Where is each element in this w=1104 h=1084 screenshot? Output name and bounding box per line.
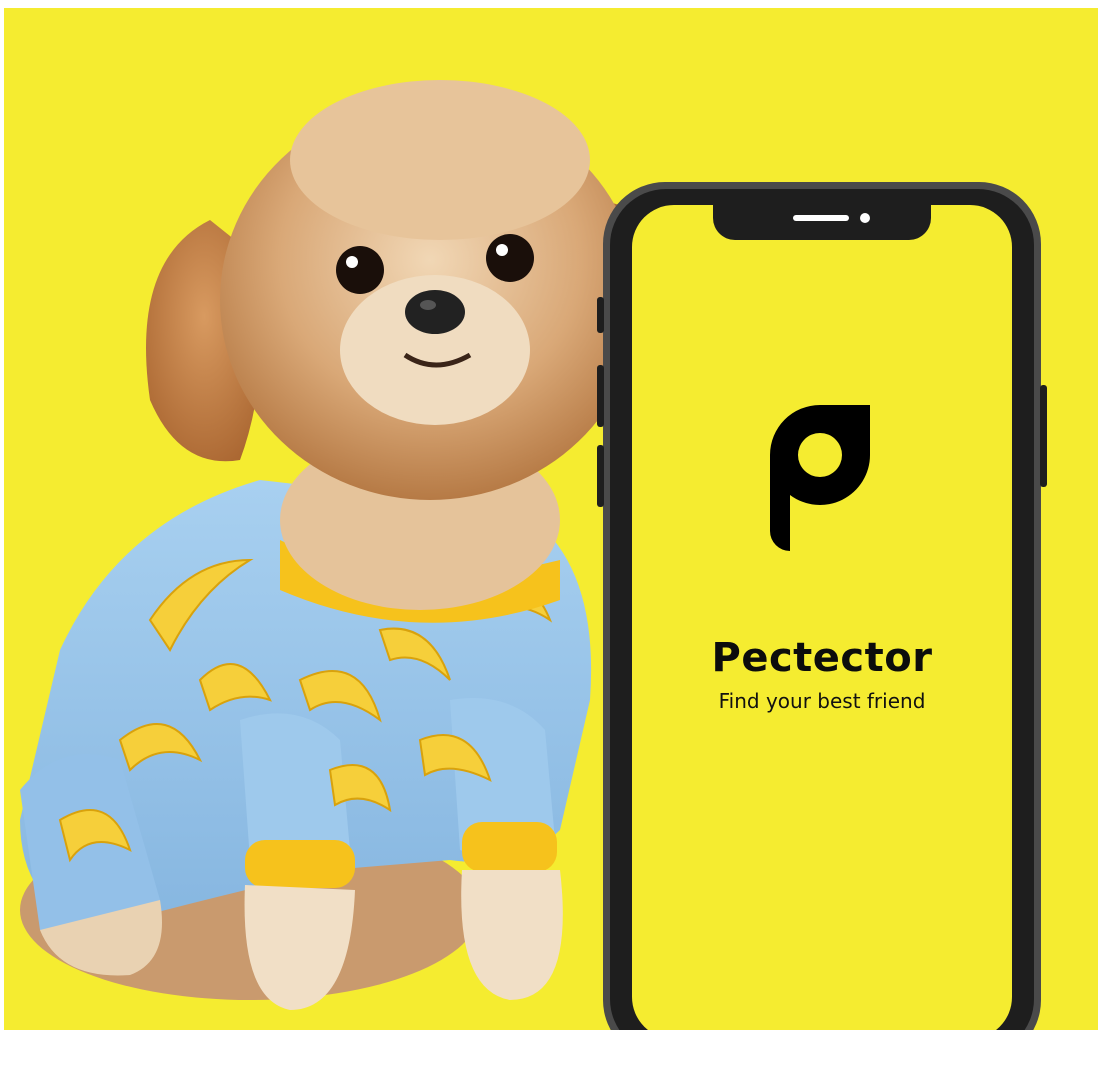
eye-right [486,234,534,282]
phone-volume-up [597,365,604,427]
p-letter-logo-icon [770,405,870,551]
bottom-margin [0,1030,1104,1084]
speaker-grille [793,215,849,221]
nose [405,290,465,334]
eye-left [336,246,384,294]
paw-right [461,870,563,1000]
head-tuft [290,80,590,240]
phone-notch [713,205,931,240]
front-camera [860,213,870,223]
phone-bezel: Pectector Find your best friend [610,189,1034,1055]
phone-screen: Pectector Find your best friend [632,205,1012,1039]
phone-power-button [1040,385,1047,487]
app-tagline: Find your best friend [718,689,926,713]
sweater-cuff-right [462,822,557,872]
sweater-cuff-left [245,840,355,888]
poster: Pectector Find your best friend [0,0,1104,1084]
phone-volume-down [597,445,604,507]
phone-mute-switch [597,297,604,333]
phone-mockup: Pectector Find your best friend [597,182,1047,1062]
app-name: Pectector [711,635,933,681]
